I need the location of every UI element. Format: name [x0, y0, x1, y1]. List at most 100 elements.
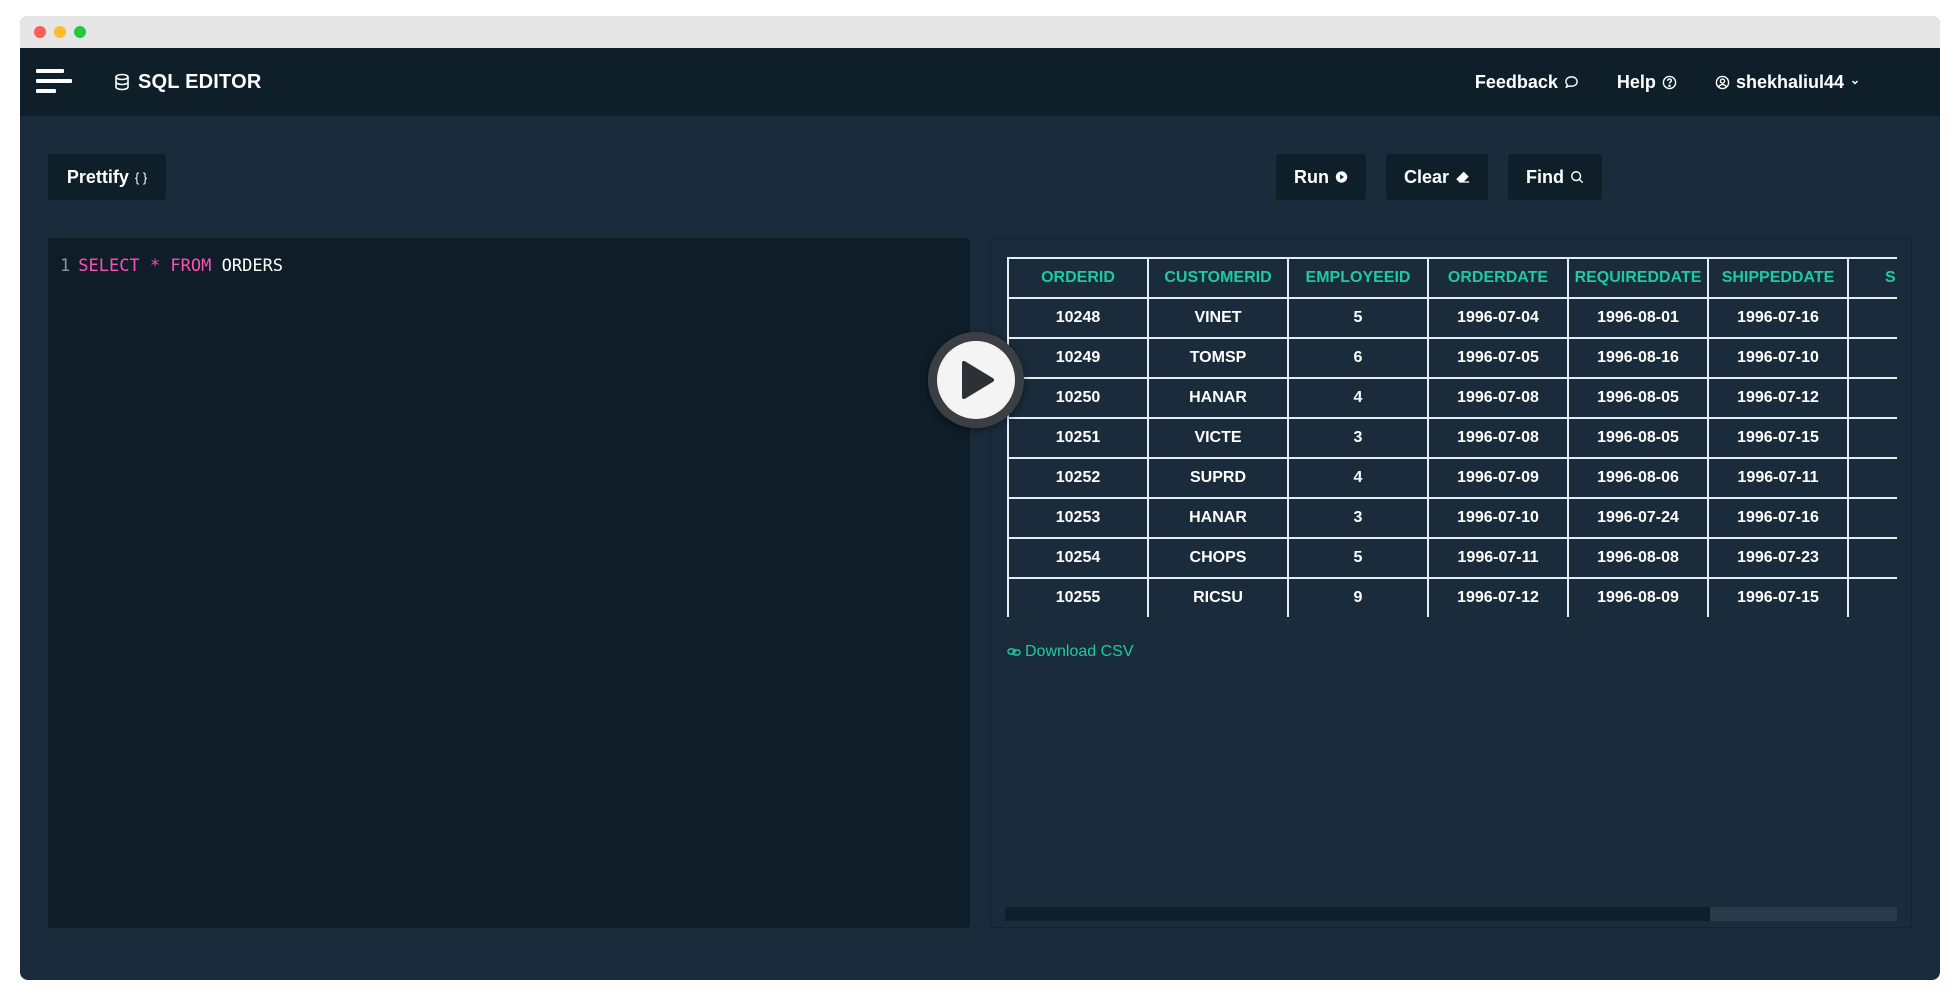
table-cell: 1996-07-15	[1707, 577, 1849, 617]
table-cell: 1996-07-10	[1427, 497, 1569, 539]
results-table-container[interactable]: ORDERID CUSTOMERID EMPLOYEEID ORDERDATE …	[1007, 257, 1897, 617]
keyword-select: SELECT	[78, 256, 140, 276]
results-panel: ORDERID CUSTOMERID EMPLOYEEID ORDERDATE …	[990, 238, 1912, 928]
table-cell: 1996-08-06	[1567, 457, 1709, 499]
table-cell: 1996-07-23	[1707, 537, 1849, 579]
help-link[interactable]: Help	[1617, 72, 1677, 93]
download-csv-link[interactable]: Download CSV	[1007, 643, 1134, 661]
table-cell: 1996-07-08	[1427, 377, 1569, 419]
table-cell: 4	[1287, 457, 1429, 499]
table-cell: VINET	[1147, 297, 1289, 339]
brand[interactable]: SQL EDITOR	[114, 71, 262, 94]
table-cell	[1847, 497, 1897, 539]
speech-bubble-icon	[1565, 75, 1578, 88]
table-cell: 1996-07-12	[1707, 377, 1849, 419]
table-row[interactable]: 10254 CHOPS 5 1996-07-11 1996-08-08 1996-07-2…	[1007, 537, 1897, 579]
table-cell: 3	[1287, 497, 1429, 539]
maximize-window-icon[interactable]	[74, 26, 86, 38]
table-cell: 1996-07-12	[1427, 577, 1569, 617]
braces-icon: { }	[134, 169, 148, 185]
feedback-label: Feedback	[1474, 71, 1558, 92]
chevron-down-icon	[1851, 80, 1859, 85]
app-title: SQL EDITOR	[138, 70, 262, 93]
play-circle-icon	[1335, 171, 1348, 183]
table-cell	[1847, 417, 1897, 459]
table-cell: 1996-07-09	[1427, 457, 1569, 499]
table-row[interactable]: 10250 HANAR 4 1996-07-08 1996-08-05 1996-07-1…	[1007, 377, 1897, 419]
column-header[interactable]: SHIPPEDDATE	[1707, 257, 1849, 299]
table-cell: HANAR	[1147, 377, 1289, 419]
table-cell: 10251	[1007, 417, 1149, 459]
table-row[interactable]: 10248 VINET 5 1996-07-04 1996-08-01 1996-07-1…	[1007, 297, 1897, 339]
column-header[interactable]: CUSTOMERID	[1147, 257, 1289, 299]
minimize-window-icon[interactable]	[54, 26, 66, 38]
column-header[interactable]: S	[1847, 257, 1897, 299]
table-cell: 1996-07-11	[1427, 537, 1569, 579]
code-line[interactable]: 1 SELECT * FROM ORDERS	[60, 256, 958, 276]
prettify-button[interactable]: Prettify { }	[48, 154, 166, 200]
table-header-row: ORDERID CUSTOMERID EMPLOYEEID ORDERDATE …	[1007, 257, 1897, 299]
table-cell: VICTE	[1147, 417, 1289, 459]
find-button[interactable]: Find	[1508, 154, 1602, 200]
table-cell: 1996-07-16	[1707, 297, 1849, 339]
question-circle-icon	[1662, 75, 1677, 89]
search-icon	[1571, 171, 1584, 184]
table-cell: 6	[1287, 337, 1429, 379]
table-cell: 1996-07-24	[1567, 497, 1709, 539]
table-identifier: ORDERS	[221, 256, 284, 276]
table-cell: 10249	[1007, 337, 1149, 379]
table-cell: 10254	[1007, 537, 1149, 579]
table-cell: RICSU	[1147, 577, 1289, 617]
horizontal-scrollbar[interactable]	[1005, 907, 1897, 921]
table-cell: 9	[1287, 577, 1429, 617]
help-label: Help	[1616, 71, 1656, 92]
column-header[interactable]: ORDERDATE	[1427, 257, 1569, 299]
table-cell	[1847, 457, 1897, 499]
table-cell	[1847, 297, 1897, 339]
table-cell: 1996-08-16	[1567, 337, 1709, 379]
table-cell	[1847, 337, 1897, 379]
table-cell: 1996-07-11	[1707, 457, 1849, 499]
column-header[interactable]: ORDERID	[1007, 257, 1149, 299]
column-header[interactable]: EMPLOYEEID	[1287, 257, 1429, 299]
sql-editor[interactable]: 1 SELECT * FROM ORDERS	[48, 238, 970, 928]
app-window: SQL EDITOR Feedback Help shekhaliul44 Pr…	[20, 16, 1940, 980]
table-cell: 1996-07-15	[1707, 417, 1849, 459]
table-cell: 10252	[1007, 457, 1149, 499]
run-button[interactable]: Run	[1276, 154, 1366, 200]
table-cell: CHOPS	[1147, 537, 1289, 579]
table-row[interactable]: 10251 VICTE 3 1996-07-08 1996-08-05 1996-07-1…	[1007, 417, 1897, 459]
table-cell: 1996-08-05	[1567, 417, 1709, 459]
clear-button[interactable]: Clear	[1386, 154, 1488, 200]
prettify-label: Prettify	[66, 166, 129, 187]
download-csv-label: Download CSV	[1025, 643, 1134, 660]
table-row[interactable]: 10249 TOMSP 6 1996-07-05 1996-08-16 1996-07-1…	[1007, 337, 1897, 379]
table-cell	[1847, 377, 1897, 419]
table-cell: 5	[1287, 537, 1429, 579]
close-window-icon[interactable]	[34, 26, 46, 38]
table-cell: 3	[1287, 417, 1429, 459]
scrollbar-thumb[interactable]	[1005, 907, 1710, 921]
table-cell: 4	[1287, 377, 1429, 419]
column-header[interactable]: REQUIREDDATE	[1567, 257, 1709, 299]
table-row[interactable]: 10252 SUPRD 4 1996-07-09 1996-08-06 1996-07-1…	[1007, 457, 1897, 499]
hamburger-icon[interactable]	[36, 67, 72, 97]
table-cell: 5	[1287, 297, 1429, 339]
table-cell: 10250	[1007, 377, 1149, 419]
line-number: 1	[60, 256, 71, 276]
table-cell	[1847, 577, 1897, 617]
user-menu[interactable]: shekhaliul44	[1715, 72, 1860, 93]
table-row[interactable]: 10253 HANAR 3 1996-07-10 1996-07-24 1996-07-1…	[1007, 497, 1897, 539]
table-cell: 1996-08-01	[1567, 297, 1709, 339]
feedback-link[interactable]: Feedback	[1475, 72, 1579, 93]
play-button-face	[937, 341, 1015, 419]
table-cell: 1996-07-08	[1427, 417, 1569, 459]
play-button[interactable]	[928, 332, 1024, 428]
table-cell: 1996-07-04	[1427, 297, 1569, 339]
table-cell: 1996-08-05	[1567, 377, 1709, 419]
wildcard-token: *	[149, 256, 161, 276]
database-icon	[115, 73, 129, 91]
table-cell: 1996-07-16	[1707, 497, 1849, 539]
table-cell: 10253	[1007, 497, 1149, 539]
table-row[interactable]: 10255 RICSU 9 1996-07-12 1996-08-09 1996-07-1…	[1007, 577, 1897, 617]
